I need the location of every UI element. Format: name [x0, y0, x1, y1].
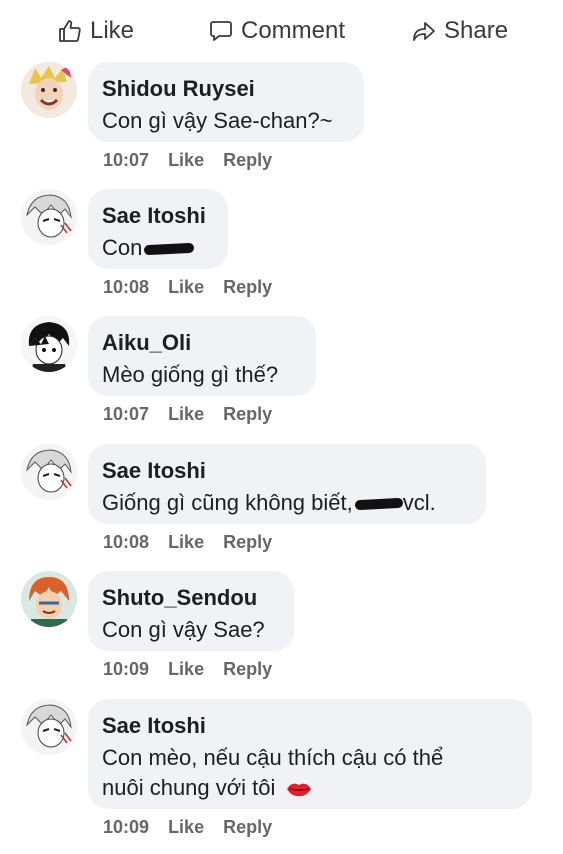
avatar[interactable]	[21, 699, 77, 755]
avatar[interactable]	[21, 571, 77, 627]
comment-text-line: Con mèo, nếu cậu thích cậu có thể	[102, 745, 444, 770]
comment-meta: 10:08 Like Reply	[103, 277, 286, 298]
like-action-label: Like	[90, 17, 135, 44]
comment-item: Shuto_Sendou Con gì vậy Sae? 10:09 Like …	[0, 571, 563, 691]
redaction-scribble	[144, 242, 195, 256]
avatar[interactable]	[21, 62, 77, 118]
comment-timestamp[interactable]: 10:09	[103, 817, 149, 837]
comment-like-link[interactable]: Like	[168, 277, 204, 297]
comment-item: Sae Itoshi Giống gì cũng không biết, vcl.…	[0, 444, 563, 564]
comment-bubble: Sae Itoshi Con mèo, nếu cậu thích cậu có…	[88, 699, 532, 809]
comment-author[interactable]: Sae Itoshi	[102, 456, 470, 486]
comment-timestamp[interactable]: 10:09	[103, 659, 149, 679]
comment-reply-link[interactable]: Reply	[223, 277, 272, 297]
thumbs-up-icon	[59, 20, 81, 42]
comment-meta: 10:09 Like Reply	[103, 659, 286, 680]
comment-item: Shidou Ruysei Con gì vậy Sae-chan?~ 10:0…	[0, 62, 563, 182]
avatar[interactable]	[21, 444, 77, 500]
comment-meta: 10:07 Like Reply	[103, 404, 286, 425]
comment-like-link[interactable]: Like	[168, 150, 204, 170]
comment-item: Aiku_Oli Mèo giống gì thế? 10:07 Like Re…	[0, 316, 563, 436]
comment-timestamp[interactable]: 10:08	[103, 532, 149, 552]
comment-like-link[interactable]: Like	[168, 404, 204, 424]
comment-like-link[interactable]: Like	[168, 817, 204, 837]
comment-bubble: Sae Itoshi Giống gì cũng không biết, vcl.	[88, 444, 486, 524]
comment-bubble: Shuto_Sendou Con gì vậy Sae?	[88, 571, 294, 651]
comment-text: Mèo giống gì thế?	[102, 362, 279, 387]
comment-text: Con gì vậy Sae?	[102, 617, 265, 642]
comment-text-content: vcl.	[402, 490, 436, 515]
comment-bubble: Shidou Ruysei Con gì vậy Sae-chan?~	[88, 62, 364, 142]
comment-author[interactable]: Aiku_Oli	[102, 328, 300, 358]
comment-text: Con	[102, 233, 212, 263]
share-action-button[interactable]: Share	[412, 14, 508, 48]
comment-reply-link[interactable]: Reply	[223, 817, 272, 837]
comment-text-content: nuôi chung với tôi	[102, 775, 276, 800]
comment-bubble: Sae Itoshi Con	[88, 189, 228, 269]
comment-like-link[interactable]: Like	[168, 659, 204, 679]
comment-author[interactable]: Shidou Ruysei	[102, 74, 348, 104]
share-action-label: Share	[444, 17, 509, 44]
comment-author[interactable]: Shuto_Sendou	[102, 583, 278, 613]
comment-item: Sae Itoshi Con 10:08 Like Reply	[0, 189, 563, 309]
post-action-bar: Like Comment Share	[0, 14, 563, 48]
like-action-button[interactable]: Like	[58, 14, 134, 48]
comment-text: Giống gì cũng không biết, vcl.	[102, 488, 470, 518]
comment-action-label: Comment	[241, 17, 346, 44]
comment-author[interactable]: Sae Itoshi	[102, 711, 516, 741]
comment-meta: 10:07 Like Reply	[103, 150, 286, 171]
comment-text: Con mèo, nếu cậu thích cậu có thể nuôi c…	[102, 743, 516, 803]
comment-meta: 10:09 Like Reply	[103, 817, 286, 838]
speech-bubble-icon	[210, 21, 232, 41]
avatar[interactable]	[21, 316, 77, 372]
comment-timestamp[interactable]: 10:07	[103, 404, 149, 424]
comment-action-button[interactable]: Comment	[209, 14, 345, 48]
comment-text-content: Giống gì cũng không biết,	[102, 490, 353, 515]
kiss-lips-icon	[286, 783, 311, 797]
comment-author[interactable]: Sae Itoshi	[102, 201, 212, 231]
comment-item: Sae Itoshi Con mèo, nếu cậu thích cậu có…	[0, 699, 563, 849]
comment-reply-link[interactable]: Reply	[223, 659, 272, 679]
redaction-scribble	[354, 497, 403, 511]
comment-text-content: Con	[102, 235, 143, 260]
comment-timestamp[interactable]: 10:08	[103, 277, 149, 297]
comment-reply-link[interactable]: Reply	[223, 532, 272, 552]
share-arrow-icon	[413, 22, 435, 41]
comment-bubble: Aiku_Oli Mèo giống gì thế?	[88, 316, 316, 396]
comment-like-link[interactable]: Like	[168, 532, 204, 552]
avatar[interactable]	[21, 189, 77, 245]
comment-timestamp[interactable]: 10:07	[103, 150, 149, 170]
comment-meta: 10:08 Like Reply	[103, 532, 286, 553]
comment-text: Con gì vậy Sae-chan?~	[102, 108, 333, 133]
comment-reply-link[interactable]: Reply	[223, 404, 272, 424]
comment-text-line: nuôi chung với tôi	[102, 773, 516, 803]
comment-reply-link[interactable]: Reply	[223, 150, 272, 170]
